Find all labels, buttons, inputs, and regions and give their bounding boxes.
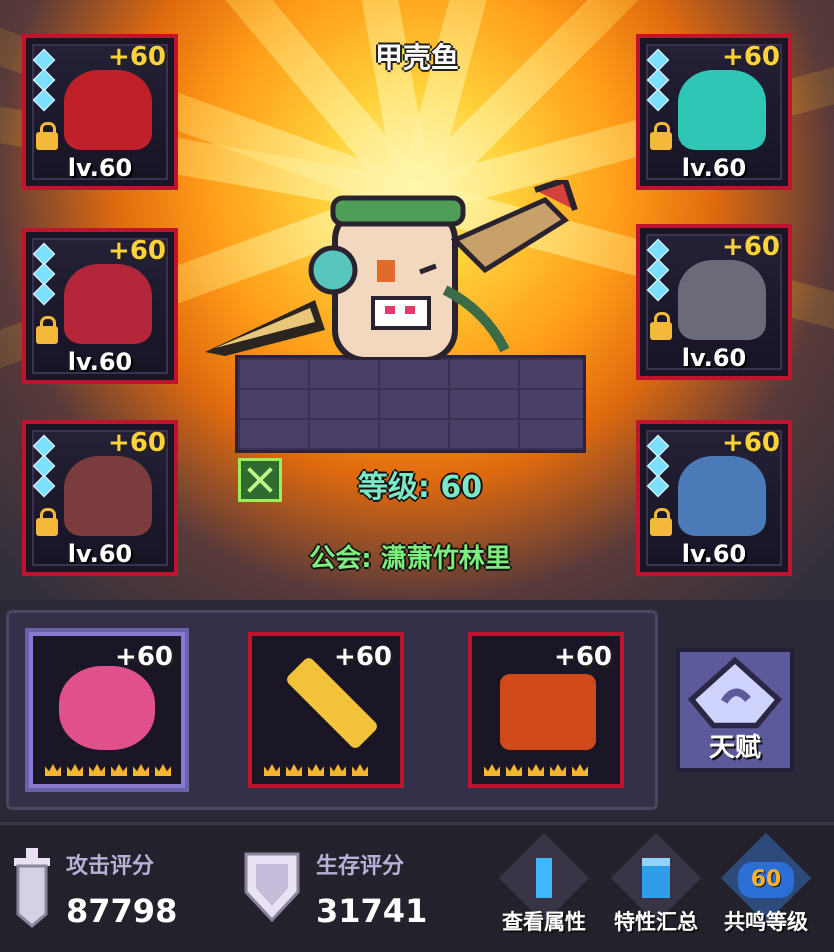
- equipment-slot-left-3[interactable]: +60 lv.60: [22, 420, 178, 576]
- view-attributes-button[interactable]: 查看属性: [494, 832, 594, 940]
- enhance-level: +60: [722, 232, 780, 262]
- weapon-slot-1[interactable]: +60: [25, 628, 189, 792]
- character-pedestal: [235, 355, 586, 453]
- enhance-level: +60: [108, 428, 166, 458]
- item-level: lv.60: [681, 344, 747, 372]
- armor-icon: [64, 456, 152, 536]
- guild-name: 公会: 潇萧竹林里: [309, 544, 511, 574]
- weapon-enhance: +60: [554, 642, 612, 672]
- lock-icon: [36, 508, 58, 536]
- weapon-slot-2[interactable]: +60: [248, 632, 404, 788]
- character-sprite[interactable]: [205, 180, 605, 360]
- boots-icon: [678, 456, 766, 536]
- enhance-level: +60: [722, 42, 780, 72]
- survival-score-value: 31741: [316, 892, 428, 930]
- star-rating: [484, 764, 588, 776]
- traits-icon: [642, 858, 670, 898]
- enhance-level: +60: [722, 428, 780, 458]
- shield-icon: [59, 666, 155, 750]
- traits-summary-label: 特性汇总: [614, 910, 698, 934]
- lock-icon: [650, 312, 672, 340]
- cloak-icon: [64, 264, 152, 344]
- attack-score-label: 攻击评分: [66, 854, 155, 879]
- class-badge-icon[interactable]: [238, 458, 282, 502]
- lock-icon: [36, 316, 58, 344]
- equipment-slot-right-3[interactable]: +60 lv.60: [636, 420, 792, 576]
- equipment-slot-left-2[interactable]: +60 lv.60: [22, 228, 178, 384]
- helmet-icon: [678, 260, 766, 340]
- enhancement-gems: [32, 434, 56, 498]
- talent-button[interactable]: 天赋: [676, 648, 794, 772]
- item-level: lv.60: [67, 348, 133, 376]
- equipment-slot-left-1[interactable]: +60 lv.60: [22, 34, 178, 190]
- enhancement-gems: [32, 242, 56, 306]
- potion-icon: [678, 70, 766, 150]
- item-level: lv.60: [67, 154, 133, 182]
- weapon-slot-3[interactable]: +60: [468, 632, 624, 788]
- lock-icon: [36, 122, 58, 150]
- enhancement-gems: [646, 48, 670, 112]
- item-level: lv.60: [67, 540, 133, 568]
- item-level: lv.60: [681, 540, 747, 568]
- enhance-level: +60: [108, 236, 166, 266]
- relic-icon: [500, 674, 596, 750]
- attack-score-value: 87798: [66, 892, 178, 930]
- sword-score-icon: [14, 848, 50, 928]
- resonance-level-button[interactable]: 60 共鸣等级: [716, 832, 816, 940]
- view-attributes-label: 查看属性: [502, 910, 586, 934]
- weapon-enhance: +60: [115, 642, 173, 672]
- traits-summary-button[interactable]: 特性汇总: [606, 832, 706, 940]
- enhancement-gems: [32, 48, 56, 112]
- equipment-slot-right-2[interactable]: +60 lv.60: [636, 224, 792, 380]
- hero-panel: 甲壳鱼 +60 lv.60 +60 lv.60 +60 lv.60 +60 lv…: [0, 0, 834, 600]
- lock-icon: [650, 508, 672, 536]
- item-level: lv.60: [681, 154, 747, 182]
- resonance-level-label: 共鸣等级: [724, 910, 808, 934]
- lock-icon: [650, 122, 672, 150]
- enhancement-gems: [646, 238, 670, 302]
- resonance-badge: 60: [738, 862, 794, 898]
- enhancement-gems: [646, 434, 670, 498]
- enhance-level: +60: [108, 42, 166, 72]
- star-rating: [264, 764, 368, 776]
- weapon-enhance: +60: [334, 642, 392, 672]
- shield-score-icon: [244, 852, 300, 922]
- hood-icon: [64, 70, 152, 150]
- survival-score-label: 生存评分: [316, 854, 405, 879]
- attributes-icon: [536, 858, 552, 898]
- star-rating: [45, 764, 171, 776]
- character-level: 等级: 60: [357, 470, 483, 505]
- talent-icon: [687, 656, 783, 729]
- equipment-slot-right-1[interactable]: +60 lv.60: [636, 34, 792, 190]
- talent-label: 天赋: [708, 733, 761, 763]
